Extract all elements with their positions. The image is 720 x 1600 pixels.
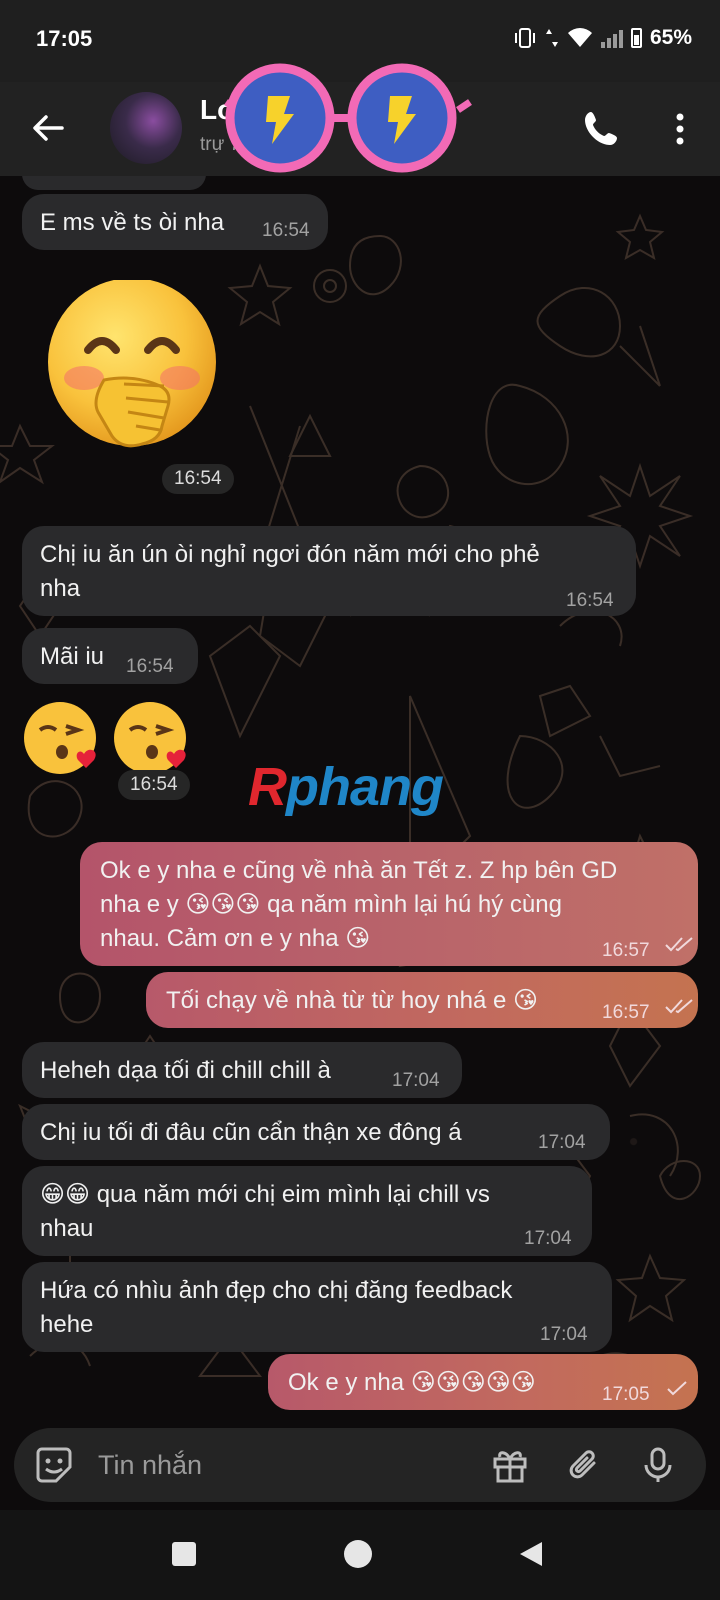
chat-message-list[interactable]: 16:54 E ms về ts òi nha 16:54 16:54 Chị …	[0, 176, 720, 1414]
data-arrows-icon	[545, 29, 558, 47]
message-bubble-incoming[interactable]: Chị iu ăn ún òi nghỉ ngơi đón năm mới ch…	[22, 526, 636, 616]
sticker-emoji-icon[interactable]	[34, 1445, 74, 1485]
more-vertical-icon[interactable]	[668, 106, 692, 152]
message-text: Tối chạy về nhà từ từ hoy nhá e 😘	[166, 987, 539, 1014]
message-bubble-incoming[interactable]: Chị iu tối đi đâu cũn cẩn thận xe đông á…	[22, 1104, 610, 1160]
hand-over-mouth-face-icon	[48, 280, 216, 448]
message-text-line1: Chị iu ăn ún òi nghỉ ngơi đón năm mới ch…	[40, 541, 540, 568]
message-time: 17:04	[524, 1228, 572, 1249]
message-text: Ok e y nha 😘😘😘😘😘	[288, 1369, 536, 1396]
message-bubble-outgoing[interactable]: Ok e y nha 😘😘😘😘😘 17:05	[268, 1354, 698, 1410]
message-text-line2: nhau	[40, 1215, 94, 1242]
message-bubble-incoming[interactable]: Mãi iu 16:54	[22, 628, 198, 684]
message-text-line2: nha	[40, 575, 81, 602]
recents-button[interactable]	[172, 1542, 196, 1566]
message-time: 16:57	[602, 1002, 650, 1023]
battery-percent: 65%	[649, 26, 692, 49]
message-bubble-incoming[interactable]: Hứa có nhìu ảnh đẹp cho chị đăng feedbac…	[22, 1262, 612, 1352]
message-time: 16:57	[602, 940, 650, 961]
message-text-line3: nhau. Cảm ơn e y nha 😘	[100, 925, 371, 952]
status-time: 17:05	[36, 26, 93, 51]
message-text-line1: Hứa có nhìu ảnh đẹp cho chị đăng feedbac…	[40, 1277, 513, 1304]
message-text-line2: nha e y 😘😘😘 qa năm mình lại hú hý cùng	[100, 891, 562, 918]
message-text-line1: Ok e y nha e cũng về nhà ăn Tết z. Z hp …	[100, 857, 618, 884]
gift-icon[interactable]	[490, 1445, 530, 1485]
message-bubble-incoming[interactable]: 😁😁 qua năm mới chị eim mình lại chill vs…	[22, 1166, 592, 1256]
vibrate-icon	[514, 28, 535, 48]
home-button[interactable]	[344, 1540, 372, 1568]
status-icons: 65%	[513, 26, 692, 50]
message-bubble-incoming[interactable]: Heheh dạa tối đi chill chill à 17:04	[22, 1042, 462, 1098]
kissing-heart-face-icon	[114, 702, 186, 774]
message-time: 17:04	[540, 1324, 588, 1345]
message-time: 16:54	[262, 220, 310, 241]
message-time: 17:04	[538, 1132, 586, 1153]
message-time: 16:54	[126, 656, 174, 677]
message-bubble-incoming[interactable]: E ms về ts òi nha 16:54	[22, 194, 328, 250]
wifi-icon	[567, 28, 592, 47]
sticker-time: 16:54	[162, 464, 234, 494]
battery-icon	[630, 28, 642, 48]
paperclip-icon[interactable]	[564, 1445, 604, 1485]
message-time: 16:54	[566, 590, 614, 611]
message-time: 16:54	[134, 176, 182, 187]
message-text: Chị iu tối đi đâu cũn cẩn thận xe đông á	[40, 1119, 462, 1146]
single-check-icon	[667, 1381, 687, 1396]
message-text: E ms về ts òi nha	[40, 209, 225, 236]
message-time: 17:04	[392, 1070, 440, 1091]
kissing-heart-face-icon	[24, 702, 96, 774]
message-input-bar: Tin nhắn	[14, 1428, 706, 1502]
message-bubble-outgoing[interactable]: Ok e y nha e cũng về nhà ăn Tết z. Z hp …	[80, 842, 698, 966]
message-time: 17:05	[602, 1384, 650, 1405]
sticker-time: 16:54	[118, 770, 190, 800]
back-nav-icon[interactable]	[518, 1540, 544, 1568]
double-check-icon	[665, 937, 693, 952]
contact-avatar[interactable]	[110, 92, 182, 164]
message-text: Heheh dạa tối đi chill chill à	[40, 1057, 331, 1084]
signal-icon	[600, 28, 623, 48]
message-bubble-incoming[interactable]: 16:54	[22, 176, 206, 190]
system-navigation-bar	[0, 1510, 720, 1600]
back-arrow-icon[interactable]	[24, 104, 72, 152]
glasses-sticker-icon	[224, 63, 472, 173]
message-input[interactable]: Tin nhắn	[98, 1450, 202, 1481]
message-text: Mãi iu	[40, 643, 105, 670]
message-bubble-outgoing[interactable]: Tối chạy về nhà từ từ hoy nhá e 😘 16:57	[146, 972, 698, 1028]
phone-call-icon[interactable]	[578, 106, 624, 152]
microphone-icon[interactable]	[638, 1445, 678, 1485]
message-text-line1: 😁😁 qua năm mới chị eim mình lại chill vs	[40, 1181, 490, 1208]
double-check-icon	[665, 999, 693, 1014]
message-text-line2: hehe	[40, 1311, 94, 1338]
watermark-logo: Rphang	[248, 757, 444, 817]
